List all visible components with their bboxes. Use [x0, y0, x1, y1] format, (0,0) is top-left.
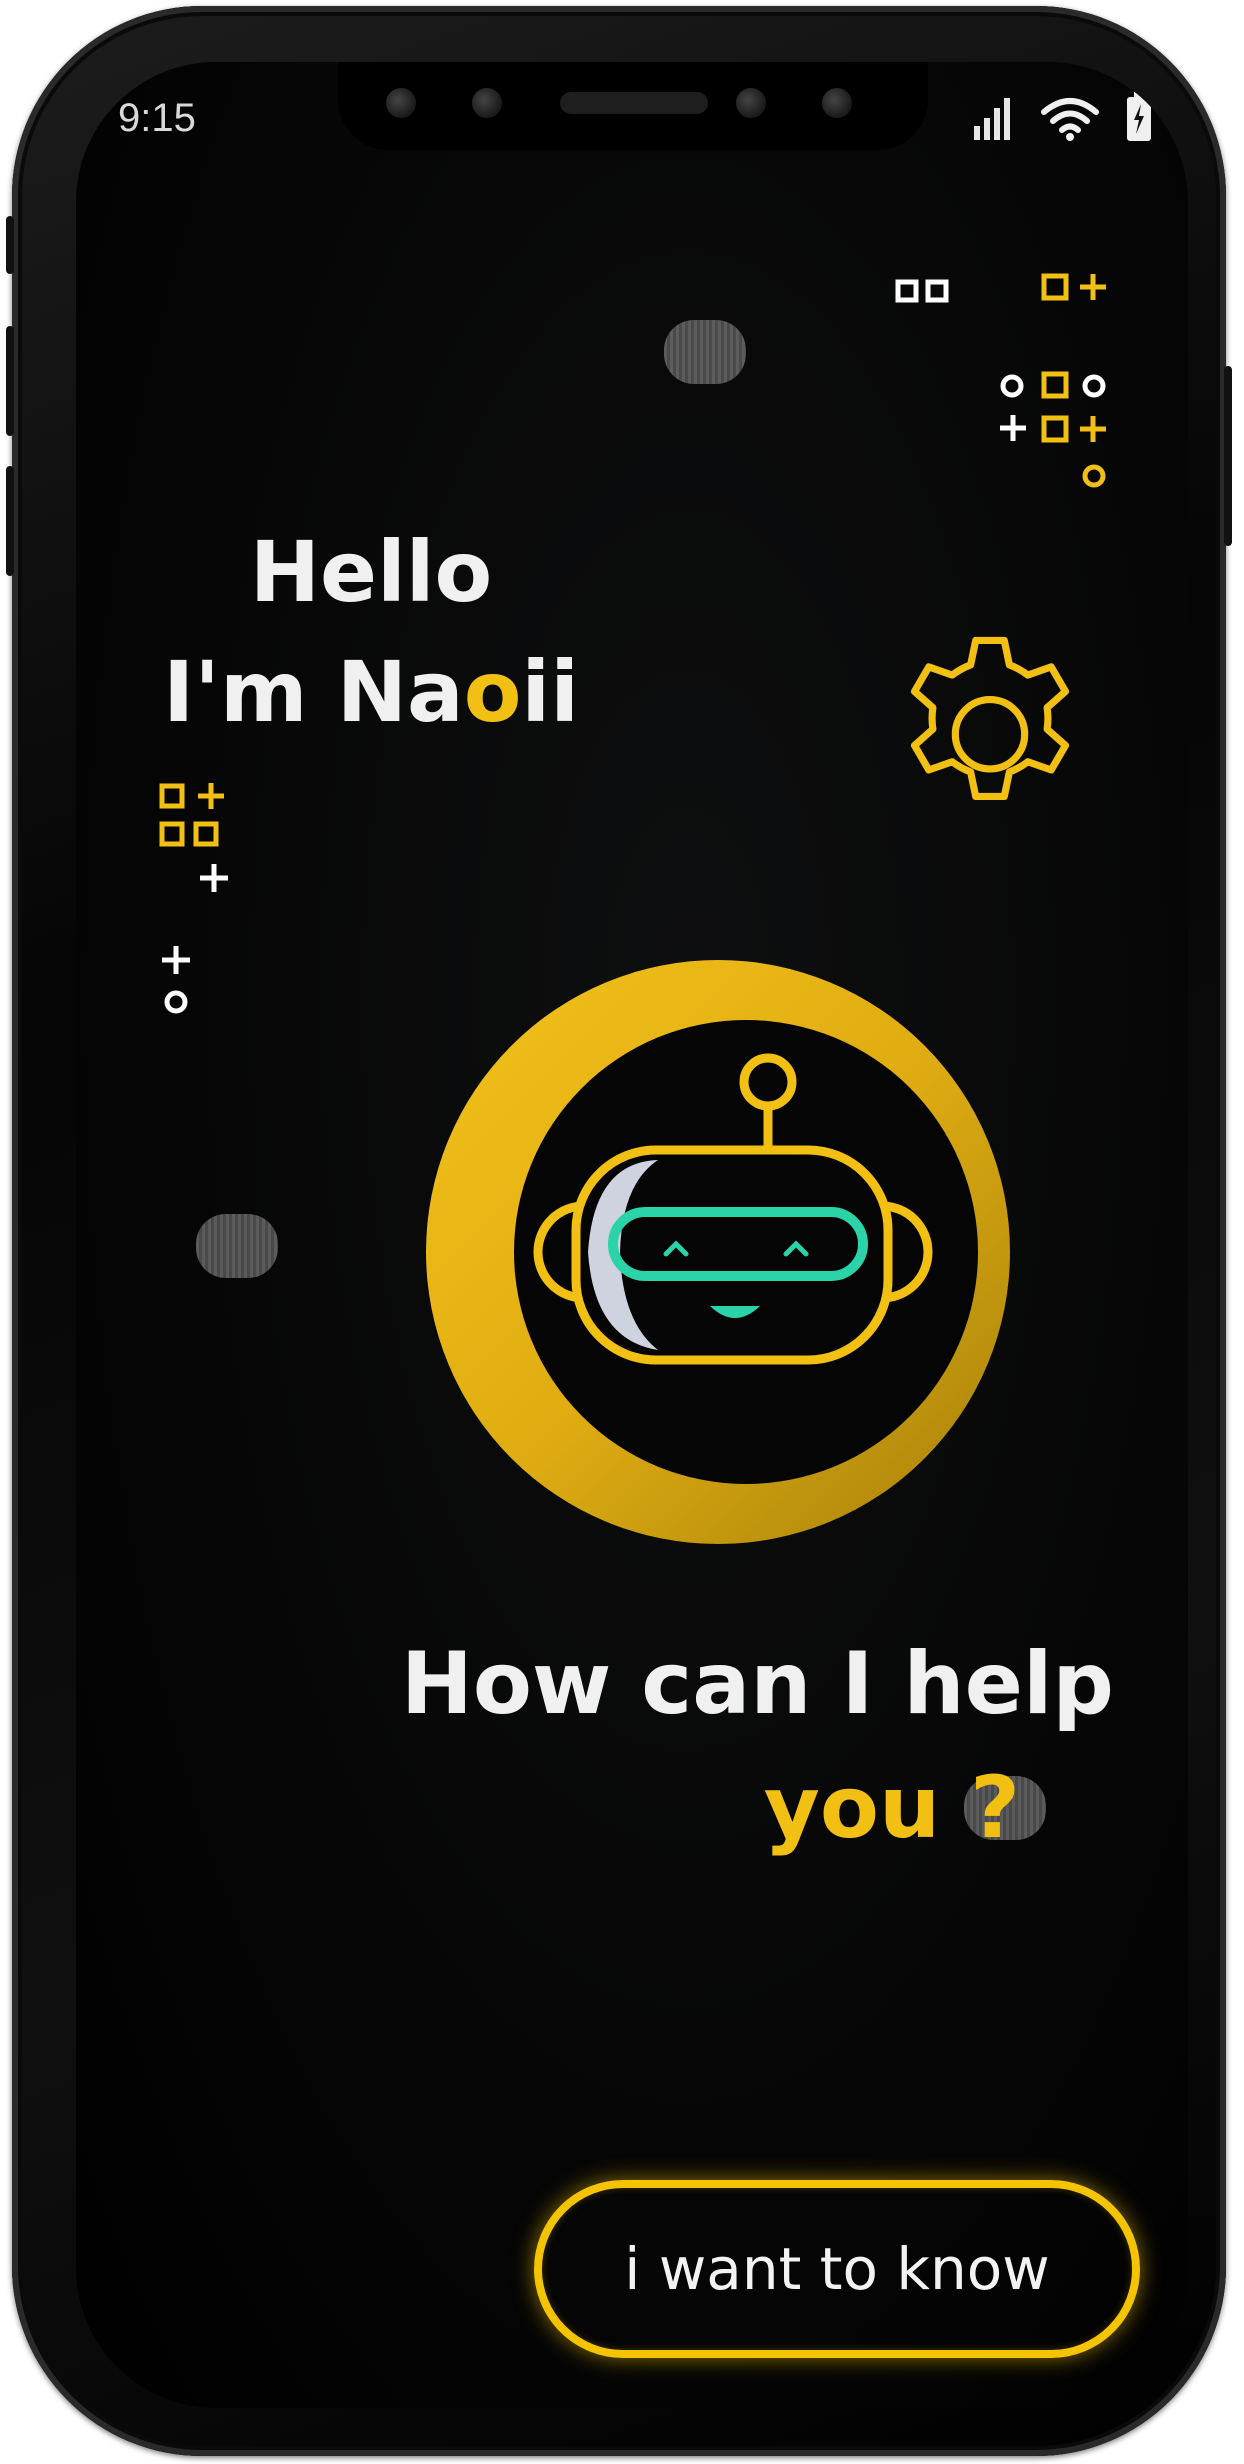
notch — [338, 62, 928, 150]
battery-icon — [1127, 92, 1151, 141]
sensor-dot — [822, 88, 852, 118]
volume-down-button — [6, 466, 14, 576]
greeting-line-1: Hello — [249, 523, 493, 621]
decor-blob — [664, 320, 746, 384]
greeting-line-2: I'm Naoii — [76, 632, 666, 752]
front-camera — [736, 88, 766, 118]
gear-icon — [910, 636, 1070, 801]
grid-symbols-icon — [159, 783, 228, 1014]
sensor-dot — [386, 88, 416, 118]
i-want-to-know-button[interactable]: i want to know — [534, 2180, 1140, 2358]
question-line-1: How can I help — [400, 1634, 1114, 1734]
phone-frame: 9:15 Hello I'm Naoii How can I help you … — [6, 6, 1232, 2456]
wifi-icon — [1041, 98, 1099, 141]
help-question: How can I help you ? — [401, 1622, 1114, 1870]
status-time: 9:15 — [118, 96, 196, 140]
greeting-heading: Hello I'm Naoii — [76, 512, 666, 752]
status-icons — [972, 92, 1152, 142]
robot-icon — [426, 960, 1010, 1544]
decor-blob — [196, 1214, 278, 1278]
question-line-2: you ? — [763, 1758, 1020, 1858]
greeting-name-accent: o — [463, 643, 522, 741]
greeting-name-suffix: ii — [521, 643, 580, 741]
grid-symbols-icon — [895, 273, 1106, 488]
sensor-dot — [472, 88, 502, 118]
mute-switch — [6, 216, 14, 274]
signal-icon — [974, 98, 1010, 140]
volume-up-button — [6, 326, 14, 436]
power-button — [1224, 366, 1232, 546]
greeting-name-prefix: I'm Na — [162, 643, 464, 741]
app-screen: 9:15 Hello I'm Naoii How can I help you … — [76, 62, 1188, 2408]
earpiece-speaker — [560, 92, 708, 114]
